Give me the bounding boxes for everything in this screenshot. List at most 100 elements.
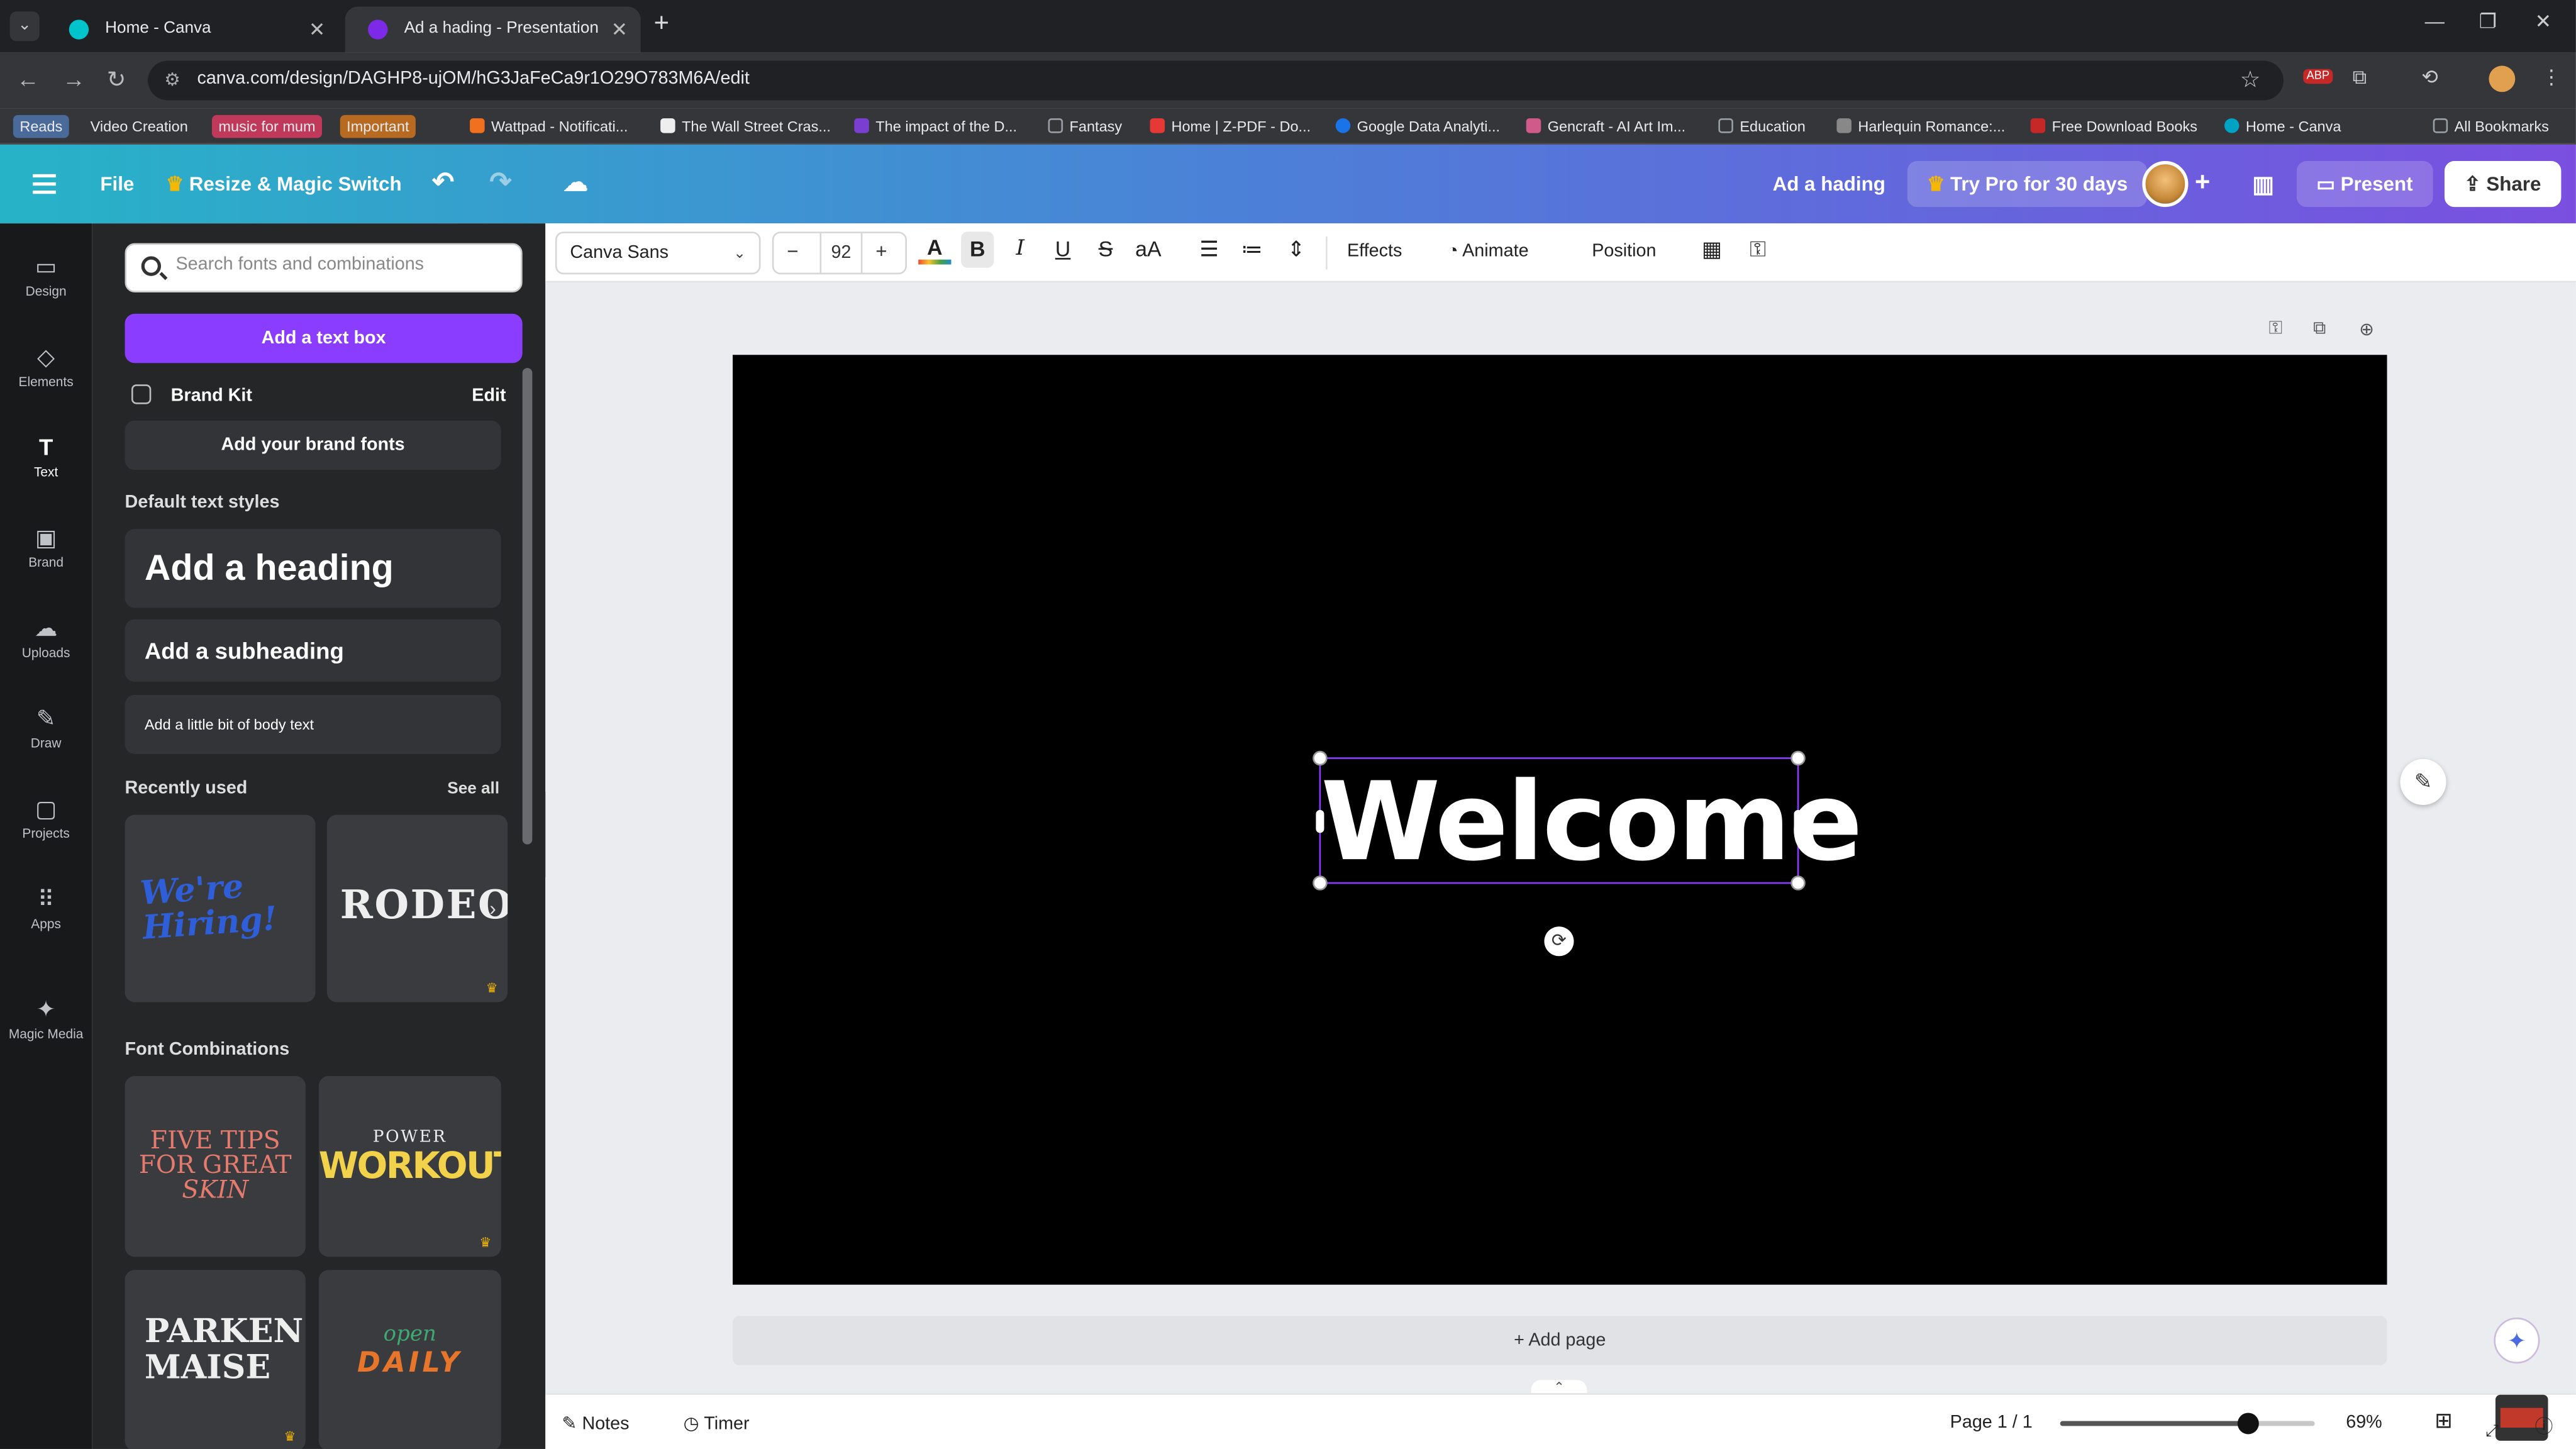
bookmark-item[interactable]: Free Download Books bbox=[2030, 115, 2197, 138]
font-combo-thumb[interactable]: FIVE TIPS FOR GREAT SKIN bbox=[125, 1075, 306, 1257]
brand-kit-edit-button[interactable]: Edit bbox=[472, 386, 506, 406]
bookmark-folder[interactable]: Fantasy bbox=[1048, 115, 1122, 138]
design-title[interactable]: Ad a hading bbox=[1773, 145, 1885, 223]
browser-tab-presentation[interactable]: Ad a hading - Presentation ✕ bbox=[345, 6, 641, 53]
selected-text-box[interactable]: Welcome bbox=[1313, 750, 1863, 891]
grid-view-icon[interactable]: ⊞ bbox=[2434, 1408, 2452, 1435]
browser-tab-home[interactable]: Home - Canva ✕ bbox=[46, 6, 338, 52]
underline-icon[interactable]: U bbox=[1046, 236, 1079, 261]
address-bar[interactable]: ⚙ canva.com/design/DAGHP8-ujOM/hG3JaFeCa… bbox=[148, 60, 2284, 101]
chevron-right-icon[interactable]: › bbox=[489, 897, 496, 920]
resize-handle[interactable] bbox=[1313, 875, 1328, 891]
font-family-dropdown[interactable]: Canva Sans ⌄ bbox=[555, 231, 761, 275]
bookmark-item[interactable]: Google Data Analyti... bbox=[1335, 115, 1500, 138]
effects-button[interactable]: Effects bbox=[1347, 242, 1402, 261]
animate-button[interactable]: ◔ Animate bbox=[1447, 242, 1528, 261]
forward-icon[interactable]: → bbox=[62, 65, 86, 92]
comment-icon[interactable]: ✎ bbox=[2400, 758, 2446, 805]
add-page-icon[interactable]: ⊕ bbox=[2359, 319, 2374, 340]
add-body-text-button[interactable]: Add a little bit of body text bbox=[125, 694, 501, 754]
font-combo-thumb[interactable]: open DAILY bbox=[318, 1270, 501, 1449]
new-tab-button[interactable]: + bbox=[654, 6, 669, 42]
fullscreen-icon[interactable]: ⤢ bbox=[2485, 1423, 2499, 1441]
increase-size-button[interactable]: + bbox=[875, 240, 887, 263]
font-size-input[interactable]: 92 bbox=[819, 233, 863, 273]
user-avatar[interactable] bbox=[2142, 160, 2189, 208]
redo-icon[interactable]: ↷ bbox=[489, 145, 511, 223]
panel-scrollbar[interactable] bbox=[522, 368, 533, 845]
insights-chart-icon[interactable]: ▥ bbox=[2252, 145, 2274, 223]
rail-brand[interactable]: ▣ Brand bbox=[0, 511, 92, 593]
add-subheading-button[interactable]: Add a subheading bbox=[125, 619, 501, 682]
recent-text-thumb[interactable]: RODEO ♛ bbox=[326, 814, 508, 1002]
try-pro-button[interactable]: ♛ Try Pro for 30 days bbox=[1907, 160, 2148, 208]
add-heading-button[interactable]: Add a heading bbox=[125, 529, 501, 608]
bookmark-item[interactable]: The impact of the D... bbox=[854, 115, 1017, 138]
resize-handle[interactable] bbox=[1313, 750, 1328, 766]
rotate-handle-icon[interactable]: ⟳ bbox=[1544, 926, 1574, 957]
lock-icon[interactable]: ⚿ bbox=[1741, 236, 1774, 263]
font-search-input[interactable] bbox=[175, 254, 504, 275]
bookmark-item[interactable]: music for mum bbox=[211, 114, 323, 138]
welcome-text[interactable]: Welcome bbox=[1321, 759, 1863, 886]
zoom-value[interactable]: 69% bbox=[2346, 1413, 2382, 1432]
bookmark-item[interactable]: Video Creation bbox=[91, 115, 188, 138]
timer-button[interactable]: ◷ Timer bbox=[684, 1413, 750, 1434]
rail-apps[interactable]: ⠿ Apps bbox=[0, 872, 92, 955]
share-button[interactable]: ⇪ Share bbox=[2444, 160, 2561, 208]
text-color-icon[interactable]: A bbox=[918, 235, 952, 265]
back-icon[interactable]: ← bbox=[16, 65, 40, 92]
close-tab-icon[interactable]: ✕ bbox=[611, 6, 628, 52]
bookmark-item[interactable]: Gencraft - AI Art Im... bbox=[1526, 115, 1685, 138]
reload-icon[interactable]: ↻ bbox=[107, 65, 126, 93]
invite-plus-icon[interactable]: + bbox=[2195, 145, 2210, 223]
rail-text[interactable]: T Text bbox=[0, 421, 92, 503]
close-window-icon[interactable]: ✕ bbox=[2535, 10, 2551, 33]
add-brand-fonts-button[interactable]: Add your brand fonts bbox=[125, 420, 501, 470]
see-all-link[interactable]: See all bbox=[447, 780, 499, 799]
rail-magic-media[interactable]: ✦ Magic Media bbox=[0, 982, 92, 1065]
zoom-slider-knob[interactable] bbox=[2238, 1413, 2260, 1435]
bookmark-star-icon[interactable]: ☆ bbox=[2240, 65, 2261, 93]
bookmark-item[interactable]: The Wall Street Cras... bbox=[660, 115, 831, 138]
bookmark-item[interactable]: Wattpad - Notificati... bbox=[470, 115, 628, 138]
profile-avatar[interactable] bbox=[2489, 65, 2516, 92]
bookmark-item[interactable]: Home | Z-PDF - Do... bbox=[1150, 115, 1311, 138]
position-button[interactable]: Position bbox=[1592, 242, 1656, 261]
slide-canvas[interactable]: Welcome ⟳ bbox=[733, 355, 2387, 1285]
bullet-list-icon[interactable]: ≔ bbox=[1235, 236, 1268, 263]
add-page-button[interactable]: + Add page bbox=[733, 1316, 2387, 1365]
help-icon[interactable]: ⓘ bbox=[2535, 1413, 2553, 1439]
side-resize-handle[interactable] bbox=[1316, 809, 1324, 833]
side-resize-handle[interactable] bbox=[1794, 809, 1802, 833]
transparency-icon[interactable]: ▦ bbox=[1696, 236, 1728, 263]
cloud-save-icon[interactable]: ☁ bbox=[564, 145, 588, 223]
browser-menu-icon[interactable]: ⋮ bbox=[2541, 65, 2561, 89]
bookmark-item[interactable]: Important bbox=[340, 114, 416, 138]
all-bookmarks[interactable]: All Bookmarks bbox=[2433, 115, 2549, 138]
resize-handle[interactable] bbox=[1790, 875, 1806, 891]
main-menu-icon[interactable] bbox=[33, 174, 56, 194]
extensions-icon[interactable]: ⧉ bbox=[2353, 65, 2367, 90]
close-tab-icon[interactable]: ✕ bbox=[309, 6, 325, 52]
minimize-icon[interactable]: — bbox=[2425, 10, 2445, 33]
spacing-icon[interactable]: ⇕ bbox=[1280, 236, 1313, 263]
resize-magic-switch-button[interactable]: ♛ Resize & Magic Switch bbox=[166, 145, 402, 223]
zoom-slider[interactable] bbox=[2060, 1413, 2315, 1435]
rail-design[interactable]: ▭ Design bbox=[0, 240, 92, 322]
rail-projects[interactable]: ▢ Projects bbox=[0, 782, 92, 864]
rail-elements[interactable]: ◇ Elements bbox=[0, 330, 92, 413]
decrease-size-button[interactable]: − bbox=[787, 240, 798, 263]
tab-search-button[interactable]: ⌄ bbox=[9, 11, 40, 42]
rail-uploads[interactable]: ☁ Uploads bbox=[0, 601, 92, 684]
add-text-box-button[interactable]: Add a text box bbox=[125, 313, 523, 364]
notes-button[interactable]: ✎ Notes bbox=[562, 1413, 629, 1434]
lock-page-icon[interactable]: ⚿ bbox=[2268, 319, 2282, 340]
history-icon[interactable]: ⟲ bbox=[2421, 65, 2438, 89]
bookmark-item[interactable]: Reads bbox=[13, 114, 69, 138]
recent-text-thumb[interactable]: We're Hiring! bbox=[125, 814, 316, 1002]
bookmark-item[interactable]: Home - Canva bbox=[2224, 115, 2341, 138]
bookmark-item[interactable]: Harlequin Romance:... bbox=[1836, 115, 2005, 138]
rail-draw[interactable]: ✎ Draw bbox=[0, 692, 92, 774]
file-menu-button[interactable]: File bbox=[100, 145, 134, 223]
